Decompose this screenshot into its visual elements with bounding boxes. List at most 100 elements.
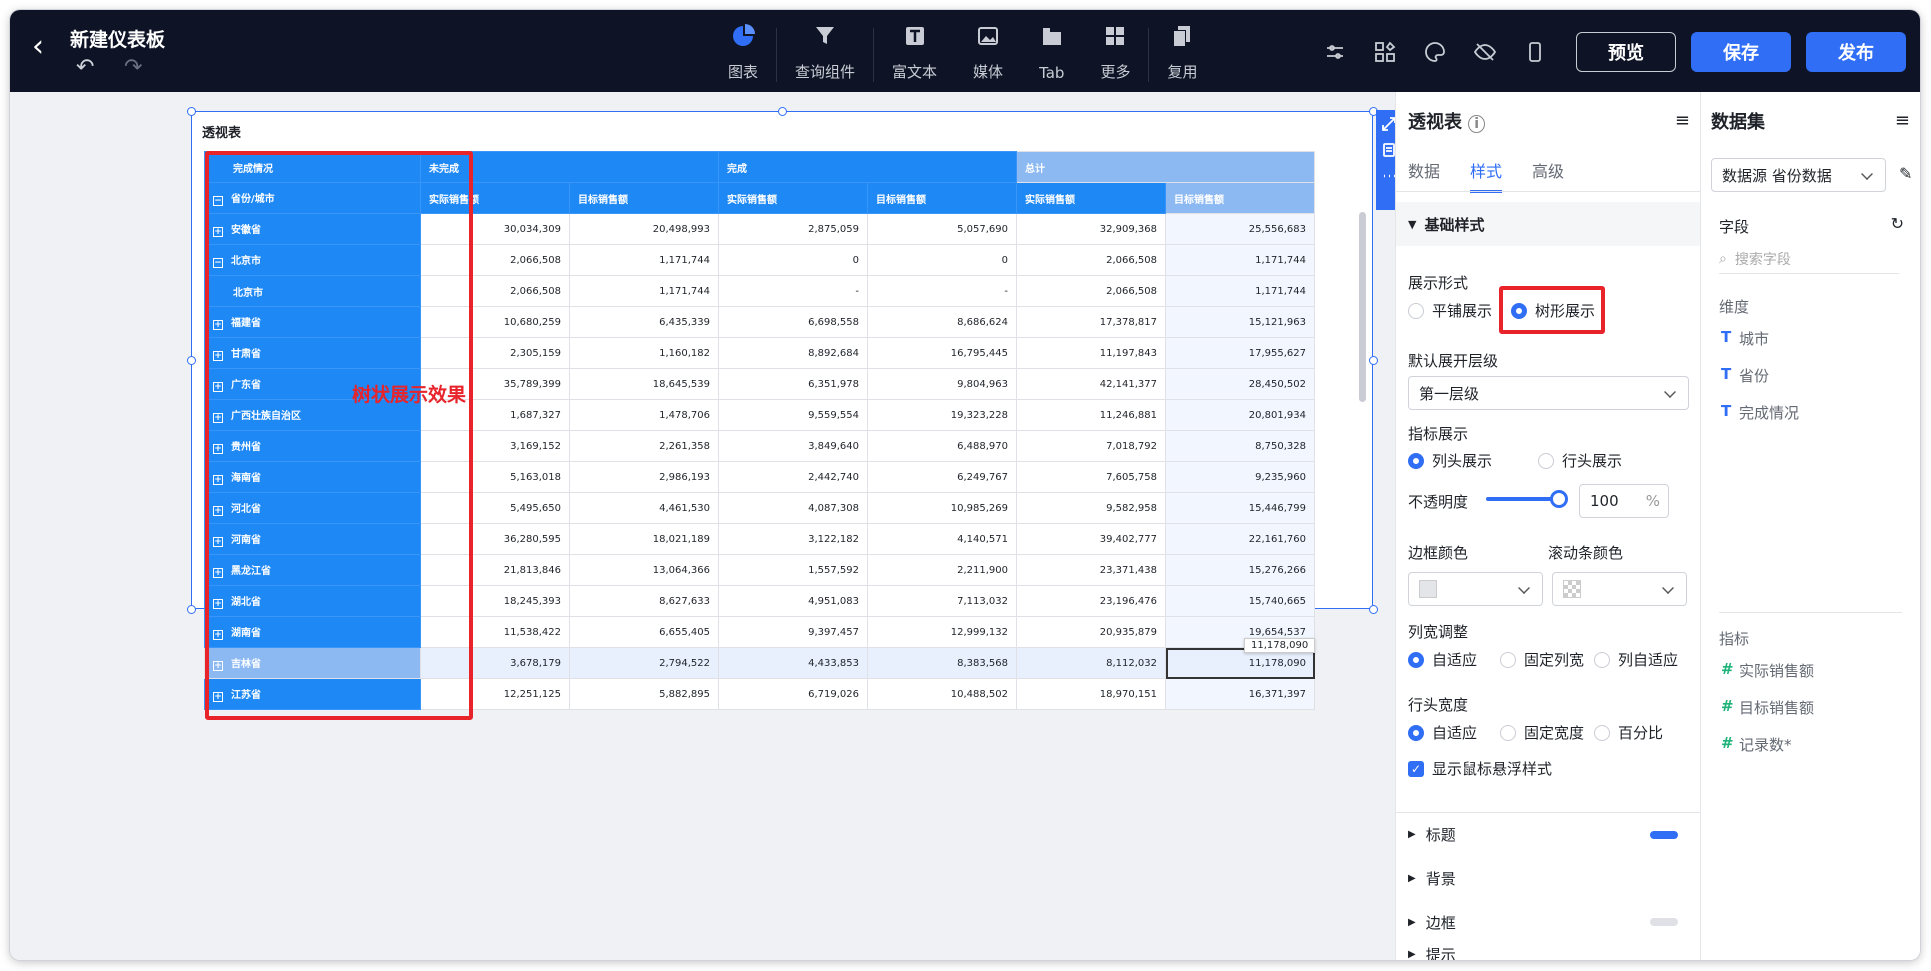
table-cell[interactable]: 5,495,650 — [420, 492, 570, 524]
table-cell[interactable]: 5,163,018 — [420, 461, 570, 493]
table-cell[interactable]: 2,305,159 — [420, 337, 570, 369]
table-cell[interactable]: 2,066,508 — [1016, 275, 1166, 307]
edit-icon[interactable]: ✎ — [1899, 164, 1912, 183]
table-row[interactable]: + 江苏省 12,251,125 5,882,895 6,719,026 10,488,5… — [204, 678, 1315, 710]
table-cell[interactable]: 3,122,182 — [718, 523, 868, 555]
expand-icon[interactable]: + — [213, 692, 223, 702]
table-scrollbar[interactable] — [1359, 212, 1366, 402]
expand-icon[interactable]: + — [213, 413, 223, 423]
table-row[interactable]: + 河南省 36,280,595 18,021,189 3,122,182 4,140,5… — [204, 523, 1315, 555]
table-cell[interactable]: 2,066,508 — [1016, 244, 1166, 276]
redo-icon[interactable]: ↷ — [124, 56, 142, 80]
dashboard-title[interactable]: 新建仪表板 — [70, 25, 165, 52]
table-cell[interactable]: 2,794,522 — [569, 647, 719, 679]
table-cell[interactable]: 9,582,958 — [1016, 492, 1166, 524]
table-cell[interactable]: 1,171,744 — [1165, 275, 1315, 307]
table-cell[interactable]: 7,605,758 — [1016, 461, 1166, 493]
radio-rw-pct[interactable]: 百分比 — [1594, 722, 1663, 743]
table-row[interactable]: + 海南省 5,163,018 2,986,193 2,442,740 6,249,767… — [204, 461, 1315, 493]
refresh-icon[interactable]: ↻ — [1891, 214, 1904, 233]
table-cell[interactable]: 12,251,125 — [420, 678, 570, 710]
tab-advanced[interactable]: 高级 — [1532, 158, 1564, 193]
table-cell[interactable]: 11,538,422 — [420, 616, 570, 648]
table-cell[interactable]: 18,645,539 — [569, 368, 719, 400]
table-cell[interactable]: 17,378,817 — [1016, 306, 1166, 338]
table-cell[interactable]: 18,970,151 — [1016, 678, 1166, 710]
metric-field[interactable]: # 目标销售额 — [1721, 697, 1814, 718]
table-cell[interactable]: 4,461,530 — [569, 492, 719, 524]
tool-chart[interactable]: 图表 — [710, 24, 776, 82]
table-row[interactable]: + 贵州省 3,169,152 2,261,358 3,849,640 6,488,970… — [204, 430, 1315, 462]
table-cell[interactable]: 15,121,963 — [1165, 306, 1315, 338]
table-cell[interactable]: 9,804,963 — [867, 368, 1017, 400]
section-tooltip[interactable]: ▶ 提示 — [1396, 944, 1700, 960]
row-header-cell[interactable]: + 湖北省 — [204, 585, 421, 617]
table-row[interactable]: + 福建省 10,680,259 6,435,339 6,698,558 8,686,62… — [204, 306, 1315, 338]
table-cell[interactable]: 1,171,744 — [1165, 244, 1315, 276]
table-cell[interactable]: 2,442,740 — [718, 461, 868, 493]
table-cell[interactable]: 2,875,059 — [718, 213, 868, 245]
row-header-cell[interactable]: + 安徽省 — [204, 213, 421, 245]
table-cell[interactable]: 0 — [867, 244, 1017, 276]
table-cell[interactable]: 0 — [718, 244, 868, 276]
table-cell[interactable]: 23,371,438 — [1016, 554, 1166, 586]
table-cell[interactable]: 16,795,445 — [867, 337, 1017, 369]
mobile-icon[interactable] — [1510, 38, 1560, 66]
dimension-field[interactable]: T 城市 — [1721, 328, 1769, 349]
table-cell[interactable]: 4,140,571 — [867, 523, 1017, 555]
table-cell[interactable]: 1,160,182 — [569, 337, 719, 369]
menu-icon[interactable]: ≡ — [1895, 110, 1910, 131]
toggle-on[interactable] — [1650, 830, 1678, 839]
table-row[interactable]: 北京市 2,066,508 1,171,744- -2,066,508 1,171,74… — [204, 275, 1315, 307]
row-header-cell[interactable]: + 吉林省 — [204, 647, 421, 679]
table-cell[interactable]: 22,161,760 — [1165, 523, 1315, 555]
table-row[interactable]: + 湖北省 18,245,393 8,627,633 4,951,083 7,113,03… — [204, 585, 1315, 617]
table-row[interactable]: + 黑龙江省 21,813,846 13,064,366 1,557,592 2,211,… — [204, 554, 1315, 586]
table-cell[interactable]: 7,113,032 — [867, 585, 1017, 617]
table-cell[interactable]: 3,849,640 — [718, 430, 868, 462]
resize-handle[interactable] — [187, 605, 196, 614]
table-cell[interactable]: 11,197,843 — [1016, 337, 1166, 369]
table-cell[interactable]: 6,655,405 — [569, 616, 719, 648]
row-header-cell[interactable]: − 北京市 — [204, 244, 421, 276]
table-cell[interactable]: 6,249,767 — [867, 461, 1017, 493]
table-cell[interactable]: 2,211,900 — [867, 554, 1017, 586]
table-row[interactable]: + 河北省 5,495,650 4,461,530 4,087,308 10,985,26… — [204, 492, 1315, 524]
expand-icon[interactable]: + — [213, 227, 223, 237]
expand-icon[interactable]: + — [213, 475, 223, 485]
table-row[interactable]: + 湖南省 11,538,422 6,655,405 9,397,457 12,999,1… — [204, 616, 1315, 648]
expand-icon[interactable]: + — [213, 661, 223, 671]
table-row[interactable]: − 北京市 2,066,508 1,171,744 0 0 2,066,508 1,171,7… — [204, 244, 1315, 276]
palette-icon[interactable] — [1410, 38, 1460, 66]
table-cell[interactable]: 15,740,665 — [1165, 585, 1315, 617]
table-cell[interactable]: 7,018,792 — [1016, 430, 1166, 462]
table-cell[interactable]: 39,402,777 — [1016, 523, 1166, 555]
row-header-cell[interactable]: + 贵州省 — [204, 430, 421, 462]
table-cell[interactable]: 30,034,309 — [420, 213, 570, 245]
row-header-cell[interactable]: 北京市 — [204, 275, 421, 307]
expand-icon[interactable]: + — [213, 351, 223, 361]
pivot-widget[interactable]: 透视表 完成情况 未完成 完成 总计 − 省份/城市 实际销售额 目标销售额 实际销售额 目标销售… — [187, 107, 1402, 720]
table-cell[interactable]: 4,951,083 — [718, 585, 868, 617]
tool-tab[interactable]: Tab — [1021, 24, 1082, 82]
table-cell[interactable]: 20,935,879 — [1016, 616, 1166, 648]
radio-tile[interactable]: 平铺展示 — [1408, 300, 1492, 321]
table-cell[interactable]: 2,066,508 — [420, 244, 570, 276]
table-cell[interactable]: 5,882,895 — [569, 678, 719, 710]
radio-metric-row[interactable]: 行头展示 — [1538, 450, 1622, 471]
row-header-cell[interactable]: + 甘肃省 — [204, 337, 421, 369]
table-cell[interactable]: 23,196,476 — [1016, 585, 1166, 617]
hover-checkbox[interactable]: ✓ 显示鼠标悬浮样式 — [1408, 758, 1552, 779]
field-search-input[interactable]: ⌕ 搜索字段 — [1719, 244, 1899, 274]
table-cell[interactable]: 3,169,152 — [420, 430, 570, 462]
expand-icon[interactable]: + — [213, 599, 223, 609]
table-cell[interactable]: 19,323,228 — [867, 399, 1017, 431]
row-header-cell[interactable]: + 黑龙江省 — [204, 554, 421, 586]
table-cell[interactable]: 6,698,558 — [718, 306, 868, 338]
table-cell[interactable]: 8,112,032 — [1016, 647, 1166, 679]
opacity-slider[interactable] — [1486, 497, 1556, 501]
table-cell[interactable]: 8,686,624 — [867, 306, 1017, 338]
dataset-select[interactable]: 数据源 省份数据 — [1711, 158, 1886, 192]
row-header-cell[interactable]: + 河南省 — [204, 523, 421, 555]
table-cell[interactable]: 18,245,393 — [420, 585, 570, 617]
